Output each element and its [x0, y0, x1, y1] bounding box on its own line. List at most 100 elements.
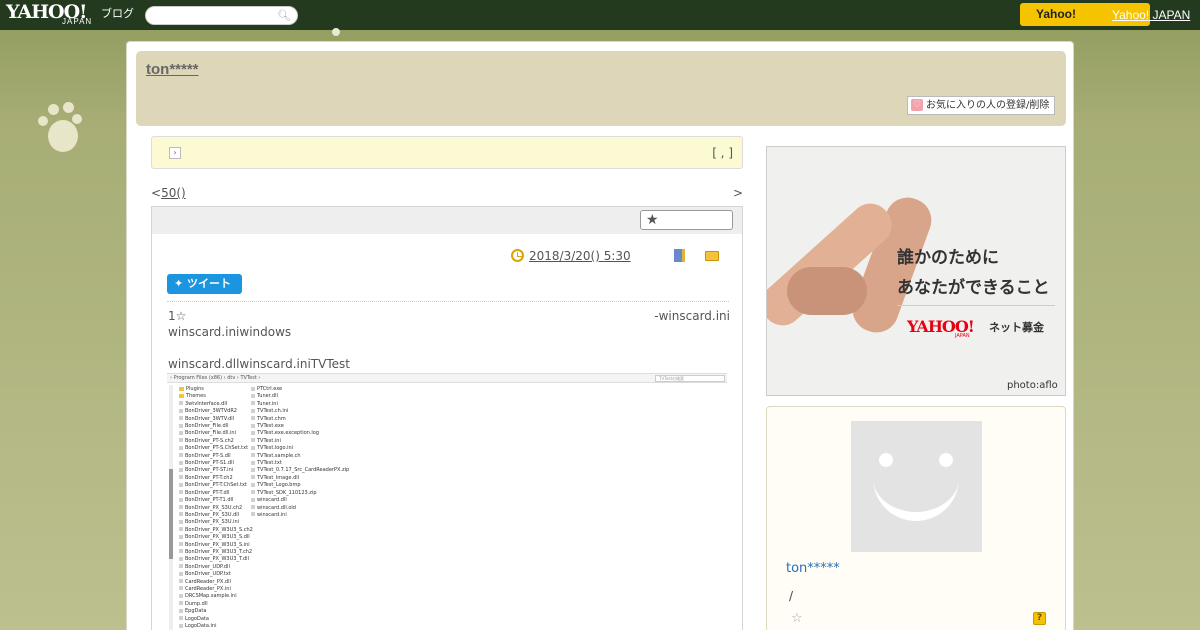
yahoo-button-label: Yahoo!: [1036, 7, 1077, 21]
star-outline-icon[interactable]: ☆: [791, 611, 803, 626]
file-entry[interactable]: BonDriver_UDP.dll: [179, 564, 253, 571]
file-entry[interactable]: EpgData: [179, 608, 253, 615]
file-entry[interactable]: DRCSMap.sample.ini: [179, 593, 253, 600]
banner-ad[interactable]: 誰かのために あなたができること YAHOO! JAPAN ネット募金 phot…: [766, 146, 1066, 396]
divider: [167, 301, 729, 302]
favorite-register-label: お気に入りの人の登録/削除: [926, 100, 1050, 111]
file-entry[interactable]: LogoData.ini: [179, 623, 253, 630]
blog-title[interactable]: ton*****: [146, 61, 199, 78]
file-entry[interactable]: BonDriver_PT-T1.dll: [179, 497, 253, 504]
file-entry[interactable]: BonDriver_PX_S3U.ini: [179, 519, 253, 526]
file-entry[interactable]: BonDriver_PX_W3U3_S.ch2: [179, 527, 253, 534]
pager-prev: <50(): [151, 186, 186, 200]
file-entry[interactable]: PTCtrl.exe: [251, 386, 349, 393]
file-entry[interactable]: BonDriver_PT-T.ch2: [179, 475, 253, 482]
file-entry[interactable]: winscard.ini: [251, 512, 349, 519]
file-entry[interactable]: TVTest.logo.ini: [251, 445, 349, 452]
file-entry[interactable]: BonDriver_PT-T.ChSet.txt: [179, 482, 253, 489]
file-entry[interactable]: CardReader_PX.ini: [179, 586, 253, 593]
file-entry[interactable]: BonDriver_PT-S.dll: [179, 453, 253, 460]
notice-right-text: [ , ]: [712, 146, 733, 160]
avatar[interactable]: [851, 421, 982, 552]
file-entry[interactable]: BonDriver_PT-ST.ini: [179, 467, 253, 474]
pager-next[interactable]: >: [733, 186, 743, 200]
file-entry[interactable]: 3wtvInterface.dll: [179, 401, 253, 408]
file-entry[interactable]: BonDriver_UDP.txt: [179, 571, 253, 578]
pager-prev-link[interactable]: 50(): [161, 186, 186, 200]
pager-prev-symbol: <: [151, 186, 162, 200]
profile-status: /: [789, 589, 794, 603]
file-entry[interactable]: TVTest.exe: [251, 423, 349, 430]
notice-bar: › [ , ]: [151, 136, 743, 169]
ad-photo-credit: photo:aflo: [1007, 380, 1058, 391]
tweet-button[interactable]: ✦ ツイート: [167, 274, 242, 294]
file-entry[interactable]: winscard.dll.old: [251, 505, 349, 512]
file-entry[interactable]: Dump.dll: [179, 601, 253, 608]
file-entry[interactable]: TVTest_Logo.bmp: [251, 482, 349, 489]
file-entry[interactable]: BonDriver_PX_S3U.dll: [179, 512, 253, 519]
notice-icon[interactable]: ›: [169, 147, 181, 159]
article-line-2: winscard.iniwindows: [168, 325, 292, 339]
file-entry[interactable]: BonDriver_PT-S1.dll: [179, 460, 253, 467]
twitter-icon: ✦: [174, 277, 188, 290]
file-entry[interactable]: TVTest_Image.dll: [251, 475, 349, 482]
book-icon[interactable]: [674, 249, 685, 262]
help-icon[interactable]: ?: [1033, 612, 1046, 625]
file-entry[interactable]: BonDriver_PT-S.ch2: [179, 438, 253, 445]
article-line-1-right: -winscard.ini: [654, 309, 730, 323]
profile-name[interactable]: ton*****: [786, 561, 840, 576]
file-entry[interactable]: Plugins: [179, 386, 253, 393]
file-entry[interactable]: Tuner.dll: [251, 393, 349, 400]
file-entry[interactable]: BonDriver_PX_W3U3_S.ini: [179, 542, 253, 549]
file-entry[interactable]: BonDriver_PX_W3U3_T.ch2: [179, 549, 253, 556]
file-entry[interactable]: winscard.dll: [251, 497, 349, 504]
add-star-button[interactable]: ★: [640, 210, 733, 230]
file-entry[interactable]: LogoData: [179, 616, 253, 623]
file-entry[interactable]: BonDriver_PT-T.dll: [179, 490, 253, 497]
ad-line-1: 誰かのために: [897, 248, 999, 268]
search-input[interactable]: 🔍︎: [145, 6, 298, 25]
file-entry[interactable]: BonDriver_PT-S.ChSet.txt: [179, 445, 253, 452]
file-entry[interactable]: TVTest.txt: [251, 460, 349, 467]
explorer-screenshot[interactable]: › Program Files (x86) › dtv › TVTest › T…: [167, 373, 727, 630]
clock-icon: [511, 249, 524, 262]
file-entry[interactable]: TVTest.sample.ch: [251, 453, 349, 460]
file-entry[interactable]: TVTest_SDK_110123.zip: [251, 490, 349, 497]
heart-icon: ♡: [911, 99, 923, 111]
explorer-path: › Program Files (x86) › dtv › TVTest ›: [170, 375, 261, 381]
file-entry[interactable]: BonDriver_3WTVdR2: [179, 408, 253, 415]
file-entry[interactable]: TVTest.ch.ini: [251, 408, 349, 415]
file-entry[interactable]: CardReader_PX.dll: [179, 579, 253, 586]
file-entry[interactable]: Tuner.ini: [251, 401, 349, 408]
star-icon: ★: [646, 212, 659, 228]
main-panel: ton***** ♡ お気に入りの人の登録/削除 › [ , ] <50() >…: [126, 41, 1074, 630]
file-entry[interactable]: BonDriver_PX_S3U.ch2: [179, 505, 253, 512]
blog-logo-label[interactable]: ブログ: [101, 5, 134, 21]
favorite-register-button[interactable]: ♡ お気に入りの人の登録/削除: [907, 96, 1055, 115]
file-entry[interactable]: TVTest_0.7.17_Src_CardReaderPX.zip: [251, 467, 349, 474]
file-entry[interactable]: BonDriver_File.dll: [179, 423, 253, 430]
file-entry[interactable]: BonDriver_PX_W3U3_S.dll: [179, 534, 253, 541]
ad-tagline: ネット募金: [989, 321, 1044, 334]
file-entry[interactable]: TVTest.ini: [251, 438, 349, 445]
file-entry[interactable]: Themes: [179, 393, 253, 400]
yahoo-japan-link[interactable]: Yahoo! JAPAN: [1112, 8, 1190, 22]
yahoo-logo-sub: JAPAN: [62, 17, 93, 26]
explorer-scroll-thumb: [169, 469, 173, 559]
ad-line-2: あなたができること: [897, 278, 1050, 298]
folder-icon[interactable]: [705, 251, 719, 261]
hand-image: [787, 267, 867, 315]
explorer-search: TVTestの検索: [655, 375, 725, 382]
file-entry[interactable]: BonDriver_File.dll.ini: [179, 430, 253, 437]
tweet-label: ツイート: [187, 277, 232, 290]
file-entry[interactable]: BonDriver_PX_W3U3_T.dll: [179, 556, 253, 563]
paw-icon: [38, 102, 84, 156]
explorer-path-bar: › Program Files (x86) › dtv › TVTest › T…: [167, 374, 727, 383]
search-icon[interactable]: 🔍︎: [277, 9, 291, 22]
file-entry[interactable]: TVTest.exe.exception.log: [251, 430, 349, 437]
article-date[interactable]: 2018/3/20() 5:30: [529, 249, 631, 263]
ad-divider: [897, 305, 1055, 306]
file-entry[interactable]: TVTest.chm: [251, 416, 349, 423]
file-entry[interactable]: BonDriver_3WTV.dll: [179, 416, 253, 423]
decoration-dot: [332, 28, 340, 36]
